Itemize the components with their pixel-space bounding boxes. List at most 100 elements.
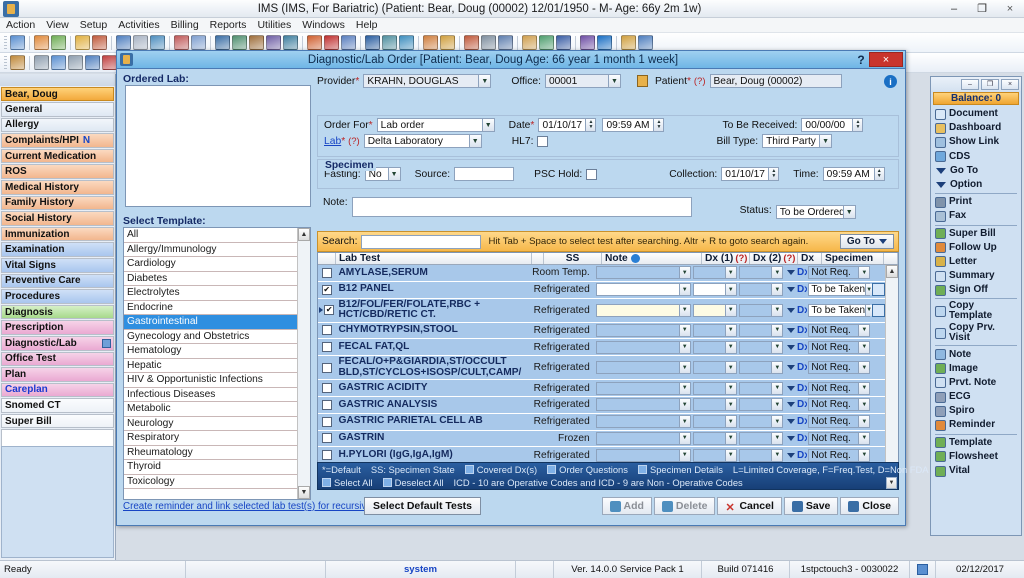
chevron-down-icon[interactable]: ▼ (771, 399, 783, 411)
panel-item-flowsheet[interactable]: Flowsheet (933, 450, 1019, 464)
chevron-down-icon[interactable]: ▼ (771, 449, 783, 461)
panel-item-image[interactable]: Image (933, 362, 1019, 376)
billing-icon[interactable] (215, 35, 230, 50)
note-combo[interactable]: ▼ (595, 361, 691, 375)
menu-item-view[interactable]: View (46, 19, 69, 31)
chevron-down-icon[interactable]: ▼ (865, 284, 873, 296)
specimen-details-icon[interactable] (637, 465, 647, 474)
psc-hold-checkbox[interactable] (586, 168, 598, 180)
chevron-down-icon[interactable]: ▼ (678, 304, 690, 316)
note-combo[interactable]: ▼ (595, 448, 691, 462)
specimen-combo[interactable]: Not Req. ▼ (808, 415, 871, 429)
sidebar-item-careplan[interactable]: Careplan (1, 382, 114, 398)
dx-link[interactable]: Dx (797, 433, 807, 444)
note-combo[interactable]: ▼ (595, 381, 691, 395)
chevron-down-icon[interactable]: ▼ (724, 399, 736, 411)
dx2-combo[interactable]: ▼ (739, 431, 784, 445)
th-dx1[interactable]: Dx (1) (?) (702, 253, 750, 264)
minimize-button[interactable]: – (940, 0, 968, 18)
template-item[interactable]: Hepatic (124, 359, 297, 373)
template-item[interactable]: Toxicology (124, 475, 297, 489)
date-spinner[interactable]: ▲ ▼ (585, 118, 597, 132)
order-for-combo[interactable]: Lab order ▼ (376, 118, 495, 132)
scan-icon[interactable] (498, 35, 513, 50)
sidebar-item-procedures[interactable]: Procedures (1, 289, 114, 304)
dx2-combo[interactable]: ▼ (739, 361, 784, 375)
chevron-down-icon[interactable]: ▼ (771, 362, 783, 374)
sidebar-item-allergy[interactable]: Allergy (1, 117, 114, 133)
chevron-down-icon[interactable] (787, 402, 795, 408)
panel-item-vital[interactable]: Vital (933, 464, 1019, 478)
panel-item-copy-prv-visit[interactable]: Copy Prv. Visit (933, 322, 1019, 344)
specimen-details-icon[interactable] (872, 303, 885, 317)
child-restore-button[interactable]: ❐ (981, 78, 999, 90)
th-dx1-help[interactable]: (?) (735, 253, 747, 264)
chevron-down-icon[interactable]: ▼ (724, 382, 736, 394)
row-checkbox[interactable] (321, 450, 332, 461)
chevron-down-icon[interactable]: ▼ (724, 416, 736, 428)
sidebar-item-indicator-icon[interactable] (102, 338, 111, 348)
calendar-icon[interactable] (307, 35, 322, 50)
chevron-down-icon[interactable]: ▼ (724, 341, 736, 353)
chevron-down-icon[interactable]: ▼ (678, 432, 690, 444)
search-input[interactable] (360, 234, 481, 249)
help-icon[interactable] (597, 35, 612, 50)
template-icon[interactable] (423, 35, 438, 50)
hand-icon[interactable] (102, 55, 117, 70)
sidebar-item-super-bill[interactable]: Super Bill (1, 413, 114, 429)
chevron-down-icon[interactable]: ▼ (678, 399, 690, 411)
table-row[interactable]: GASTRIC PARIETAL CELL AB Refrigerated ▼ ▼ ▼ D… (318, 413, 885, 431)
chevron-down-icon[interactable]: ▼ (724, 449, 736, 461)
chevron-down-icon[interactable]: ▼ (607, 74, 621, 88)
to-be-received-spinner[interactable]: ▲ ▼ (852, 118, 864, 132)
dialog-help-button[interactable]: ? (853, 53, 869, 67)
chevron-down-icon[interactable]: ▼ (771, 432, 783, 444)
th-note[interactable]: Note (602, 253, 702, 264)
scroll-up-icon[interactable]: ▲ (298, 228, 310, 241)
dx2-combo[interactable]: ▼ (739, 323, 784, 337)
chevron-down-icon[interactable]: ▼ (842, 205, 856, 219)
dx1-combo[interactable]: ▼ (692, 431, 737, 445)
note-icon[interactable] (174, 35, 189, 50)
report-icon[interactable] (341, 35, 356, 50)
chevron-down-icon[interactable] (787, 385, 795, 391)
refresh-icon[interactable] (382, 35, 397, 50)
template-item[interactable]: Gynecology and Obstetrics (124, 330, 297, 344)
chevron-down-icon[interactable]: ▼ (724, 324, 736, 336)
document-icon[interactable] (191, 35, 206, 50)
dx2-combo[interactable]: ▼ (739, 448, 784, 462)
panel-item-spiro[interactable]: Spiro (933, 404, 1019, 418)
dx-link[interactable]: Dx (797, 267, 807, 278)
export-icon[interactable] (539, 35, 554, 50)
table-row[interactable]: FECAL FAT,QL Refrigerated ▼ ▼ ▼ Dx Not Req. ▼ (318, 339, 885, 357)
panel-item-cds[interactable]: CDS (933, 150, 1019, 164)
globe-icon[interactable] (399, 35, 414, 50)
sidebar-item-social-history[interactable]: Social History (1, 211, 114, 226)
table-row[interactable]: FECAL/O+P&GIARDIA,ST/OCCULT BLD,ST/CYCLO… (318, 356, 885, 381)
chevron-down-icon[interactable] (787, 435, 795, 441)
note-combo[interactable]: ▼ (595, 431, 691, 445)
panel-item-dashboard[interactable]: Dashboard (933, 121, 1019, 135)
go-to-button[interactable]: Go To (839, 234, 894, 249)
dx-link[interactable]: Dx (797, 325, 807, 336)
dialog-close-button[interactable]: × (869, 52, 903, 67)
dx-link[interactable]: Dx (797, 305, 807, 316)
chevron-down-icon[interactable]: ▼ (678, 341, 690, 353)
chevron-down-icon[interactable]: ▼ (468, 134, 482, 148)
template-item[interactable]: Allergy/Immunology (124, 243, 297, 257)
collection-date-spinner[interactable]: ▲ ▼ (768, 167, 780, 181)
chevron-down-icon[interactable]: ▼ (858, 432, 870, 444)
close-button[interactable]: × (996, 0, 1024, 18)
deselect-all-icon[interactable] (382, 478, 392, 487)
lock-icon[interactable] (621, 35, 636, 50)
chevron-down-icon[interactable]: ▼ (865, 304, 873, 316)
panel-item-ecg[interactable]: ECG (933, 390, 1019, 404)
table-row[interactable]: GASTRIC ACIDITY Refrigerated ▼ ▼ ▼ Dx Not Req.… (318, 380, 885, 397)
dx1-combo[interactable]: ▼ (692, 415, 737, 429)
specimen-combo[interactable]: Not Req. ▼ (808, 448, 871, 462)
chevron-down-icon[interactable] (787, 270, 795, 276)
template-item[interactable]: Respiratory (124, 431, 297, 446)
chevron-down-icon[interactable]: ▼ (478, 74, 492, 88)
table-row[interactable]: ✔ B12 PANEL Refrigerated ▼ ▼ ▼ Dx To be Taken ▼ (318, 281, 885, 299)
chevron-down-icon[interactable]: ▼ (387, 167, 401, 181)
